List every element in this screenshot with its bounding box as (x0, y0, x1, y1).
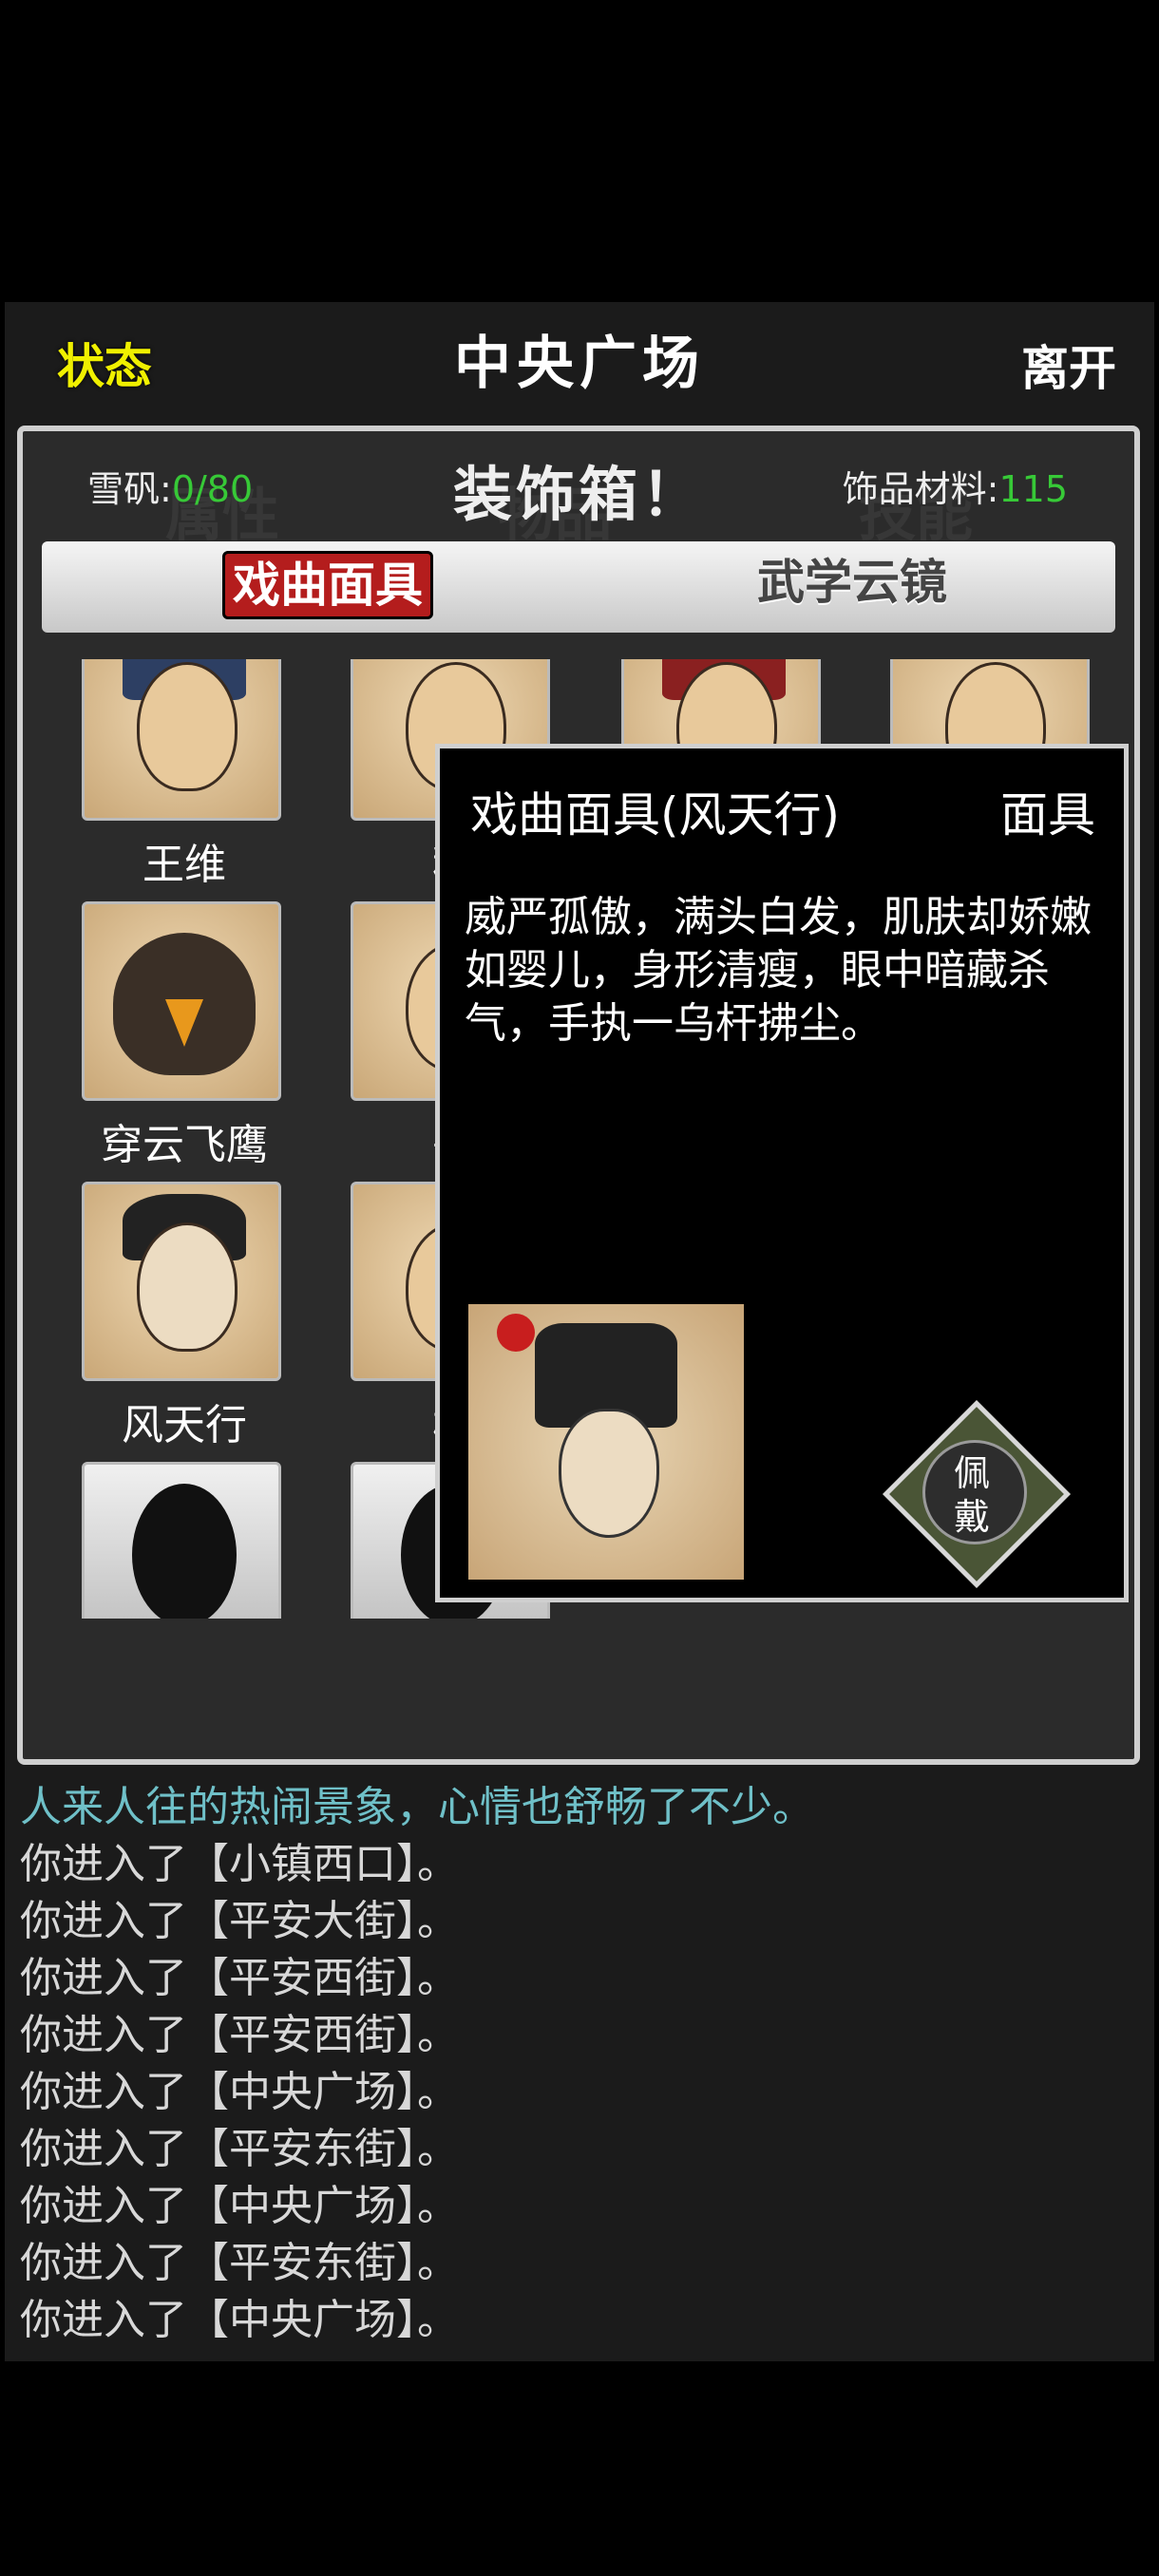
mask-cell[interactable]: 王维 (82, 659, 287, 891)
log-line: 人来人往的热闹景象，心情也舒畅了不少。 (20, 1783, 814, 1831)
wear-button[interactable]: 佩戴 (883, 1400, 1071, 1588)
log-line: 你进入了【平安西街】。 (20, 1954, 459, 2002)
eagle-portrait-icon (82, 901, 281, 1101)
material-stat: 饰品材料:115 (843, 460, 1068, 512)
message-log: 人来人往的热闹景象，心情也舒畅了不少。 你进入了【小镇西口】。 你进入了【平安大… (20, 1779, 1159, 2349)
mask-detail-popup: 戏曲面具(风天行) 面具 威严孤傲，满头白发，肌肤却娇嫩如婴儿，身形清瘦，眼中暗… (435, 744, 1129, 1602)
tab-martial-mirrors[interactable]: 武学云镜 (750, 551, 955, 614)
log-line: 你进入了【平安大街】。 (20, 1897, 459, 1945)
log-line: 你进入了【中央广场】。 (20, 2182, 459, 2230)
material-value: 115 (998, 468, 1068, 510)
mask-cell-locked[interactable] (82, 1462, 287, 1619)
log-line: 你进入了【小镇西口】。 (20, 1840, 459, 1888)
log-line: 你进入了【平安东街】。 (20, 2239, 459, 2287)
log-line: 你进入了【中央广场】。 (20, 2296, 459, 2344)
top-bar: 状态 中央广场 离开 (5, 302, 1154, 424)
tab-opera-masks[interactable]: 戏曲面具 (222, 551, 433, 619)
scholar-portrait-icon (82, 659, 281, 821)
log-line: 你进入了【平安西街】。 (20, 2011, 459, 2059)
wear-label: 佩戴 (953, 1452, 990, 1538)
material-label: 饰品材料: (842, 468, 999, 510)
mask-name: 风天行 (122, 1401, 247, 1449)
game-frame: 状态 中央广场 离开 属性 物品 技能 雪矾:0/80 装饰箱！ 饰品材料:11… (5, 302, 1154, 2361)
mask-name: 王维 (142, 841, 226, 889)
taoist-portrait-icon (468, 1304, 744, 1580)
mask-cell[interactable]: 穿云飞鹰 (82, 901, 287, 1171)
detail-type: 面具 (1000, 787, 1095, 843)
category-tabs: 戏曲面具 武学云镜 (42, 541, 1115, 633)
log-line: 你进入了【中央广场】。 (20, 2068, 459, 2116)
box-header: 雪矾:0/80 装饰箱！ 饰品材料:115 (23, 431, 1134, 536)
game-screen: { "topbar": { "status_label": "状态", "loc… (0, 0, 1159, 2576)
mask-name: 穿云飞鹰 (101, 1121, 268, 1169)
taoist-portrait-icon (82, 1182, 281, 1381)
mask-cell-selected[interactable]: 风天行 (82, 1182, 287, 1451)
log-line: 你进入了【平安东街】。 (20, 2125, 459, 2173)
locked-silhouette-icon (82, 1462, 281, 1619)
leave-button[interactable]: 离开 (1021, 331, 1116, 399)
location-title: 中央广场 (454, 331, 705, 397)
detail-title: 戏曲面具(风天行) (470, 787, 841, 843)
detail-description: 威严孤傲，满头白发，肌肤却娇嫩如婴儿，身形清瘦，眼中暗藏杀气，手执一乌杆拂尘。 (465, 893, 1092, 1048)
